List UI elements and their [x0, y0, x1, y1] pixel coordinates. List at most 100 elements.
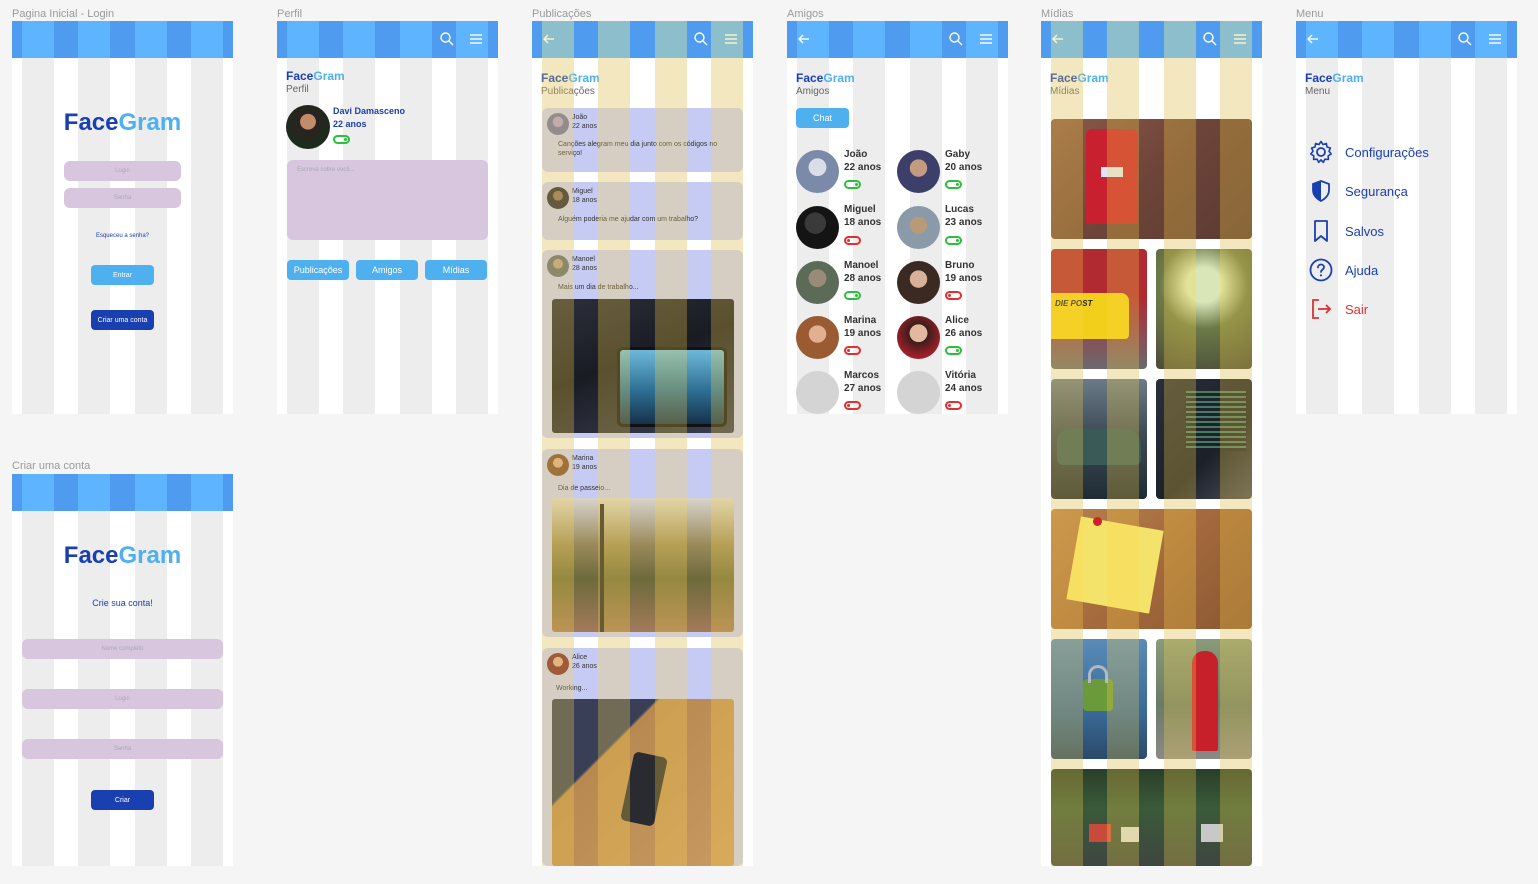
friend-status-toggle[interactable] — [844, 401, 861, 410]
friend-status-toggle[interactable] — [844, 180, 861, 189]
post-card[interactable]: João 22 anos Canções alegram meu dia junt… — [542, 108, 743, 172]
topbar — [1041, 21, 1262, 58]
friend-status-toggle[interactable] — [844, 291, 861, 300]
password-field[interactable]: Senha — [22, 739, 223, 759]
create-account-button[interactable]: Criar uma conta — [91, 310, 154, 330]
media-red-pillar-box[interactable] — [1156, 639, 1252, 759]
media-mailboxes[interactable] — [1051, 769, 1252, 866]
friend-age: 26 anos — [945, 328, 983, 339]
back-arrow-icon[interactable] — [1049, 30, 1067, 48]
post-author-age: 28 anos — [572, 265, 597, 272]
friend-avatar[interactable] — [897, 150, 940, 193]
app-logo: FaceGram — [796, 71, 855, 85]
password-field[interactable]: Senha — [64, 188, 181, 208]
media-green-car[interactable] — [1051, 379, 1147, 499]
media-red-mailbox[interactable] — [1051, 119, 1252, 239]
back-arrow-icon[interactable] — [1304, 30, 1322, 48]
media-lightbulb-note[interactable] — [1051, 509, 1252, 629]
tab-midias[interactable]: Mídias — [425, 260, 487, 280]
menu-item-seguranca[interactable]: Segurança — [1308, 178, 1408, 204]
media-yellow-van[interactable]: DIE POST — [1051, 249, 1147, 369]
back-arrow-icon[interactable] — [795, 30, 813, 48]
post-card[interactable]: Manoel 28 anos Mais um dia de trabalho... — [542, 250, 743, 438]
friend-avatar-placeholder[interactable] — [796, 371, 839, 414]
page-subtitle: Mídias — [1050, 86, 1080, 97]
topbar — [277, 21, 498, 58]
media-laptop-code[interactable] — [1156, 379, 1252, 499]
menu-item-label: Salvos — [1345, 223, 1385, 239]
hamburger-menu-icon[interactable] — [722, 30, 740, 48]
post-author-name: Marina — [572, 455, 594, 462]
hamburger-menu-icon[interactable] — [467, 30, 485, 48]
search-icon[interactable] — [692, 30, 710, 48]
friend-status-toggle[interactable] — [945, 346, 962, 355]
friend-status-toggle[interactable] — [945, 236, 962, 245]
friend-avatar[interactable] — [897, 261, 940, 304]
status-toggle[interactable] — [333, 135, 350, 144]
friend-avatar[interactable] — [796, 206, 839, 249]
post-text: Canções alegram meu dia junto com os cód… — [558, 141, 718, 157]
topbar — [1296, 21, 1517, 58]
topbar — [12, 21, 233, 58]
friend-name: Miguel — [844, 204, 876, 215]
hamburger-menu-icon[interactable] — [977, 30, 995, 48]
friend-age: 27 anos — [844, 383, 882, 394]
post-text: Working... — [556, 685, 588, 692]
post-card[interactable]: Alice 26 anos Working... — [542, 648, 743, 866]
menu-screen: FaceGram Menu Configurações Segurança Sa… — [1296, 21, 1517, 414]
media-big-tree[interactable] — [1156, 249, 1252, 369]
topbar — [12, 474, 233, 511]
friend-status-toggle[interactable] — [844, 236, 861, 245]
friends-screen: FaceGram Amigos Chat João 22 anos Gaby 20 … — [787, 21, 1008, 414]
frame-label-posts: Publicações — [532, 8, 592, 20]
about-textarea[interactable]: Escreva sobre você... — [287, 160, 488, 240]
menu-item-ajuda[interactable]: Ajuda — [1308, 257, 1378, 283]
tab-amigos[interactable]: Amigos — [356, 260, 418, 280]
post-author-name: Miguel — [572, 188, 593, 195]
back-arrow-icon[interactable] — [540, 30, 558, 48]
signup-heading: Crie sua conta! — [92, 598, 153, 608]
profile-screen: FaceGram Perfil Davi Damasceno 22 anos E… — [277, 21, 498, 414]
friend-status-toggle[interactable] — [945, 180, 962, 189]
friend-avatar[interactable] — [897, 316, 940, 359]
friend-status-toggle[interactable] — [844, 346, 861, 355]
menu-item-salvos[interactable]: Salvos — [1308, 218, 1384, 244]
login-field[interactable]: Login — [64, 161, 181, 181]
friend-avatar[interactable] — [796, 316, 839, 359]
friend-name: Gaby — [945, 149, 971, 160]
friend-avatar-placeholder[interactable] — [897, 371, 940, 414]
post-image-video-editing — [552, 299, 734, 433]
friend-avatar[interactable] — [796, 261, 839, 304]
hamburger-menu-icon[interactable] — [1231, 30, 1249, 48]
tab-publicacoes[interactable]: Publicações — [287, 260, 349, 280]
post-author-age: 18 anos — [572, 197, 597, 204]
gear-icon — [1308, 139, 1334, 165]
friend-status-toggle[interactable] — [945, 401, 962, 410]
app-logo: FaceGram — [1305, 71, 1364, 85]
profile-user-age: 22 anos — [333, 119, 367, 129]
search-icon[interactable] — [1201, 30, 1219, 48]
search-icon[interactable] — [438, 30, 456, 48]
full-name-field[interactable]: Nome completo — [22, 639, 223, 659]
friend-status-toggle[interactable] — [945, 291, 962, 300]
chat-button[interactable]: Chat — [796, 108, 849, 128]
search-icon[interactable] — [947, 30, 965, 48]
friend-avatar[interactable] — [897, 206, 940, 249]
login-field[interactable]: Login — [22, 689, 223, 709]
forgot-password-link[interactable]: Esqueceu a senha? — [12, 233, 233, 239]
media-green-padlock[interactable] — [1051, 639, 1147, 759]
menu-item-sair[interactable]: Sair — [1308, 296, 1368, 322]
menu-item-configuracoes[interactable]: Configurações — [1308, 139, 1429, 165]
app-logo: FaceGram — [63, 542, 182, 569]
post-author-age: 22 anos — [572, 123, 597, 130]
post-card[interactable]: Marina 19 anos Dia de passeio... — [542, 449, 743, 637]
post-card[interactable]: Miguel 18 anos Alguém poderia me ajudar c… — [542, 182, 743, 240]
post-text: Alguém poderia me ajudar com um trabalho… — [558, 216, 699, 223]
enter-button[interactable]: Entrar — [91, 265, 154, 285]
hamburger-menu-icon[interactable] — [1486, 30, 1504, 48]
profile-user-name: Davi Damasceno — [333, 106, 406, 116]
search-icon[interactable] — [1456, 30, 1474, 48]
friend-avatar[interactable] — [796, 150, 839, 193]
friend-name: Vitória — [945, 370, 976, 381]
create-button[interactable]: Criar — [91, 790, 154, 810]
